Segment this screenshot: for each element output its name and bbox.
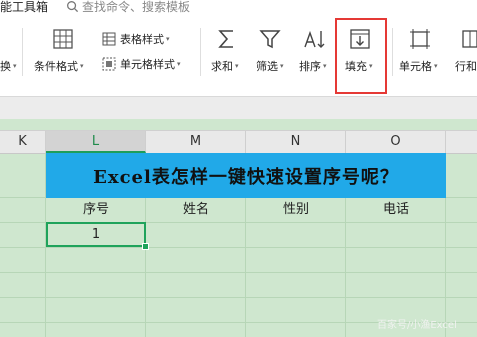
divider [22,28,23,76]
cell-label: 单元格 [399,60,432,73]
column-header-n[interactable]: N [246,131,346,153]
command-search[interactable]: 查找命令、搜索模板 [66,0,190,15]
filter-button[interactable]: 筛选 ▾ [256,58,284,74]
sort-label: 排序 [299,60,321,73]
smart-toolbox-tab[interactable]: 能工具箱 [0,0,48,15]
cell-style-icon [102,57,116,71]
sort-icon[interactable] [302,27,326,51]
cell-style-label: 单元格样式 [120,58,175,71]
sort-button[interactable]: 排序 ▾ [299,58,327,74]
grid-line [0,297,477,298]
fill-highlight-box [335,18,387,94]
cell-style-button[interactable]: 单元格样式 ▾ [102,56,181,72]
formula-bar-area [0,96,477,119]
dropdown-arrow-icon: ▾ [13,62,17,70]
row-column-button[interactable]: 行和 [455,58,477,74]
header-cell-serial[interactable]: 序号 [46,198,146,222]
dropdown-arrow-icon: ▾ [177,60,181,68]
grid-line [0,272,477,273]
conditional-format-button[interactable]: 条件格式 ▾ [34,58,84,74]
conditional-format-label: 条件格式 [34,60,78,73]
sum-icon[interactable] [216,28,238,50]
cell-icon[interactable] [409,28,431,50]
table-style-button[interactable]: 表格样式 ▾ [102,31,170,47]
divider [200,28,201,76]
column-header-p[interactable] [446,131,477,153]
selected-cell[interactable]: 1 [46,222,146,247]
conditional-format-icon[interactable] [52,28,74,50]
filter-label: 筛选 [256,60,278,73]
divider [392,28,393,76]
header-cell-name[interactable]: 姓名 [146,198,246,222]
search-placeholder: 查找命令、搜索模板 [82,0,191,14]
table-style-label: 表格样式 [120,33,164,46]
watermark: 百家号/小渔Excel [377,320,457,331]
partial-left-label: 换 [0,60,11,73]
row-column-icon[interactable] [462,28,477,50]
dropdown-arrow-icon: ▾ [235,62,239,70]
grid-line [0,247,477,248]
header-cell-phone[interactable]: 电话 [346,198,446,222]
dropdown-arrow-icon: ▾ [166,35,170,43]
column-header-l[interactable]: L [46,131,146,153]
row-column-label: 行和 [455,60,477,73]
cell-button[interactable]: 单元格 ▾ [399,58,438,74]
table-style-icon [102,32,116,46]
column-header-k[interactable]: K [0,131,46,153]
sheet-title-cell[interactable]: Excel表怎样一键快速设置序号呢？ [46,153,446,198]
partial-left-button[interactable]: 换 ▾ [0,58,17,74]
column-header-m[interactable]: M [146,131,246,153]
fill-handle[interactable] [142,243,149,250]
dropdown-arrow-icon: ▾ [80,62,84,70]
column-header-row: K L M N O [0,130,477,154]
dropdown-arrow-icon: ▾ [323,62,327,70]
column-header-o[interactable]: O [346,131,446,153]
dropdown-arrow-icon: ▾ [434,62,438,70]
sum-label: 求和 [211,60,233,73]
search-icon [67,1,79,13]
ribbon-toolbar: 能工具箱 查找命令、搜索模板 换 ▾ 条件格式 ▾ 表格样式 ▾ 单元格样式 ▾ 求和 ▾… [0,0,477,119]
dropdown-arrow-icon: ▾ [280,62,284,70]
sum-button[interactable]: 求和 ▾ [211,58,239,74]
header-cell-gender[interactable]: 性别 [246,198,346,222]
filter-icon[interactable] [259,28,281,50]
